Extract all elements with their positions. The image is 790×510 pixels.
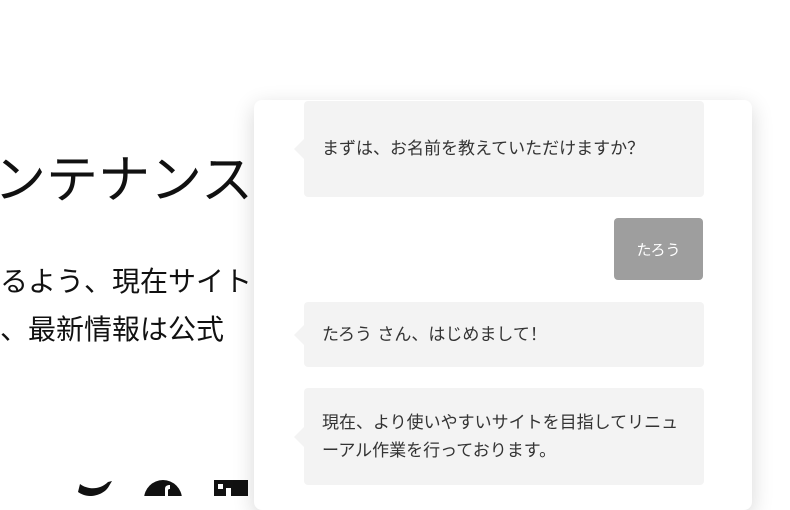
page-title: ンテナンス bbox=[0, 151, 253, 211]
bot-message: 現在、より使いやすいサイトを目指してリニューアル作業を行っております。 bbox=[294, 388, 704, 485]
message-text: たろう bbox=[636, 240, 681, 259]
chat-panel[interactable]: まずは、お名前を教えていただけますか？ たろう たろう さん、はじめまして！ 現… bbox=[254, 100, 752, 510]
facebook-icon[interactable] bbox=[144, 480, 182, 510]
user-message: たろう bbox=[614, 218, 703, 280]
message-text: たろう さん、はじめまして！ bbox=[322, 324, 547, 345]
bot-message: まずは、お名前を教えていただけますか？ bbox=[294, 101, 704, 197]
twitter-icon[interactable] bbox=[78, 480, 114, 500]
social-links bbox=[78, 480, 258, 510]
linkedin-icon[interactable] bbox=[214, 480, 248, 500]
page-text-line-1: るよう、現在サイト bbox=[0, 265, 253, 298]
bot-message: たろう さん、はじめまして！ bbox=[294, 302, 704, 367]
page-text-line-2: 、最新情報は公式 bbox=[0, 313, 225, 346]
message-text: 現在、より使いやすいサイトを目指してリニューアル作業を行っております。 bbox=[322, 412, 679, 461]
message-text: まずは、お名前を教えていただけますか？ bbox=[322, 139, 645, 159]
